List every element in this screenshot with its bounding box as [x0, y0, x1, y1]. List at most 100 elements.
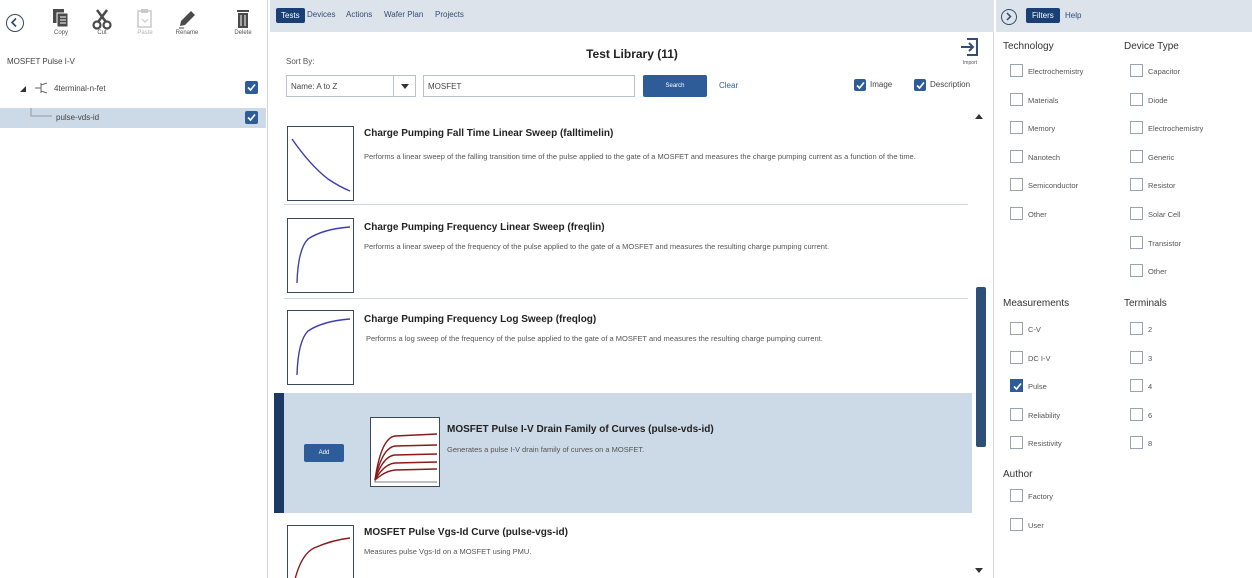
import-icon: [961, 38, 978, 56]
search-input[interactable]: MOSFET: [423, 75, 635, 97]
trash-icon: [237, 10, 249, 28]
filter-checkbox-author[interactable]: [1010, 518, 1023, 531]
sort-select[interactable]: Name: A to Z: [286, 75, 416, 97]
technology-heading: Technology: [1003, 41, 1054, 52]
tree-item-label: pulse-vds-id: [56, 113, 100, 122]
test-item-description: Measures pulse Vgs-Id on a MOSFET using …: [364, 547, 532, 556]
filter-checkbox-measurements[interactable]: [1010, 322, 1023, 335]
filter-checkbox-technology[interactable]: [1010, 207, 1023, 220]
filter-option-label: C-V: [1028, 325, 1041, 334]
test-item-description: Performs a linear sweep of the frequency…: [364, 242, 830, 251]
test-item[interactable]: Charge Pumping Fall Time Linear Sweep (f…: [274, 118, 972, 204]
search-button[interactable]: Search: [643, 75, 707, 97]
expand-triangle-icon[interactable]: [19, 85, 27, 93]
collapse-right-button[interactable]: [1001, 9, 1017, 25]
check-icon: [247, 113, 256, 122]
tree-item-checkbox[interactable]: [245, 111, 258, 124]
sort-by-label: Sort By:: [286, 57, 315, 66]
cut-label: Cut: [97, 30, 107, 36]
tab-devices[interactable]: Devices: [307, 10, 335, 19]
paste-icon: [137, 9, 152, 28]
test-item[interactable]: Charge Pumping Frequency Linear Sweep (f…: [274, 212, 972, 298]
image-option-checkbox[interactable]: [854, 79, 866, 91]
filter-checkbox-technology[interactable]: [1010, 93, 1023, 106]
filter-checkbox-measurements[interactable]: [1010, 436, 1023, 449]
filter-checkbox-device-type[interactable]: [1130, 64, 1143, 77]
filter-checkbox-technology[interactable]: [1010, 150, 1023, 163]
tab-help[interactable]: Help: [1065, 11, 1081, 20]
test-item[interactable]: MOSFET Pulse Vgs-Id Curve (pulse-vgs-id)…: [274, 519, 972, 578]
tree-item-checkbox[interactable]: [245, 81, 258, 94]
rename-button[interactable]: Rename: [170, 8, 204, 36]
filter-option-label: Resistor: [1148, 181, 1176, 190]
filter-checkbox-terminals[interactable]: [1130, 379, 1143, 392]
filter-option-label: Electrochemistry: [1028, 67, 1084, 76]
filter-checkbox-terminals[interactable]: [1130, 408, 1143, 421]
library-title: Test Library (11): [586, 47, 678, 61]
filter-checkbox-measurements[interactable]: [1010, 351, 1023, 364]
add-button[interactable]: Add: [304, 444, 344, 462]
filter-checkbox-device-type[interactable]: [1130, 236, 1143, 249]
decay-curve-thumbnail: [287, 126, 354, 201]
filter-checkbox-device-type[interactable]: [1130, 207, 1143, 220]
filter-option-label: Generic: [1148, 153, 1175, 162]
scroll-up-arrow[interactable]: [975, 114, 983, 119]
terminals-heading: Terminals: [1124, 298, 1167, 309]
test-item-title: Charge Pumping Frequency Log Sweep (freq…: [364, 314, 597, 325]
delete-button[interactable]: Delete: [226, 8, 260, 36]
rise-curve-thumbnail: [287, 310, 354, 385]
tab-projects[interactable]: Projects: [435, 10, 464, 19]
filter-option-label: User: [1028, 521, 1044, 530]
tree-item-test[interactable]: pulse-vds-id: [0, 108, 266, 128]
test-item-selected[interactable]: Add MOSFET Pulse I-V Drain Family of Cur…: [274, 393, 972, 513]
filter-checkbox-technology[interactable]: [1010, 64, 1023, 77]
app-window: Copy Cut Paste Rename Delete MOSFET Puls…: [0, 0, 1252, 578]
vgs-id-thumbnail: [287, 525, 354, 578]
session-toolbar: Copy Cut Paste Rename Delete: [0, 0, 267, 44]
filter-checkbox-technology[interactable]: [1010, 178, 1023, 191]
filter-checkbox-author[interactable]: [1010, 489, 1023, 502]
filter-option-label: Transistor: [1148, 239, 1182, 248]
clear-button[interactable]: Clear: [719, 81, 738, 90]
test-item-description: Performs a linear sweep of the falling t…: [364, 152, 916, 161]
paste-label: Paste: [137, 30, 153, 36]
description-option-checkbox[interactable]: [914, 79, 926, 91]
import-button[interactable]: Import: [957, 36, 983, 66]
copy-button[interactable]: Copy: [44, 8, 78, 36]
filter-checkbox-measurements[interactable]: [1010, 408, 1023, 421]
scroll-down-arrow[interactable]: [975, 568, 983, 573]
author-heading: Author: [1003, 469, 1033, 480]
filter-checkbox-device-type[interactable]: [1130, 178, 1143, 191]
filter-option-label: Semiconductor: [1028, 181, 1079, 190]
test-item[interactable]: Charge Pumping Frequency Log Sweep (freq…: [274, 304, 972, 388]
chevron-down-icon[interactable]: [393, 76, 415, 96]
tab-filters[interactable]: Filters: [1026, 8, 1060, 23]
paste-button[interactable]: Paste: [128, 8, 162, 36]
tab-actions[interactable]: Actions: [346, 10, 372, 19]
tab-tests[interactable]: Tests: [276, 8, 305, 23]
rise-curve-thumbnail: [287, 218, 354, 293]
session-pane: Copy Cut Paste Rename Delete MOSFET Puls…: [0, 0, 268, 578]
collapse-left-button[interactable]: [6, 14, 24, 32]
filter-checkbox-technology[interactable]: [1010, 121, 1023, 134]
filter-checkbox-device-type[interactable]: [1130, 150, 1143, 163]
test-item-title: Charge Pumping Frequency Linear Sweep (f…: [364, 222, 605, 233]
filter-checkbox-device-type[interactable]: [1130, 121, 1143, 134]
filter-checkbox-device-type[interactable]: [1130, 264, 1143, 277]
filter-option-label: 8: [1148, 439, 1153, 448]
filter-checkbox-terminals[interactable]: [1130, 351, 1143, 364]
tree-connector-line: [30, 108, 52, 117]
filter-checkbox-terminals[interactable]: [1130, 322, 1143, 335]
filter-checkbox-measurements[interactable]: [1010, 379, 1023, 392]
check-icon: [247, 83, 256, 92]
filter-option-label: 6: [1148, 411, 1153, 420]
tree-item-device[interactable]: 4terminal-n-fet: [0, 78, 266, 98]
family-curves-thumbnail: [370, 417, 440, 487]
list-divider: [284, 298, 968, 299]
tab-wafer-plan[interactable]: Wafer Plan: [384, 10, 423, 19]
test-item-title: MOSFET Pulse Vgs-Id Curve (pulse-vgs-id): [364, 527, 568, 538]
scrollbar-thumb[interactable]: [976, 287, 986, 447]
cut-button[interactable]: Cut: [85, 8, 119, 36]
filter-checkbox-terminals[interactable]: [1130, 436, 1143, 449]
filter-checkbox-device-type[interactable]: [1130, 93, 1143, 106]
